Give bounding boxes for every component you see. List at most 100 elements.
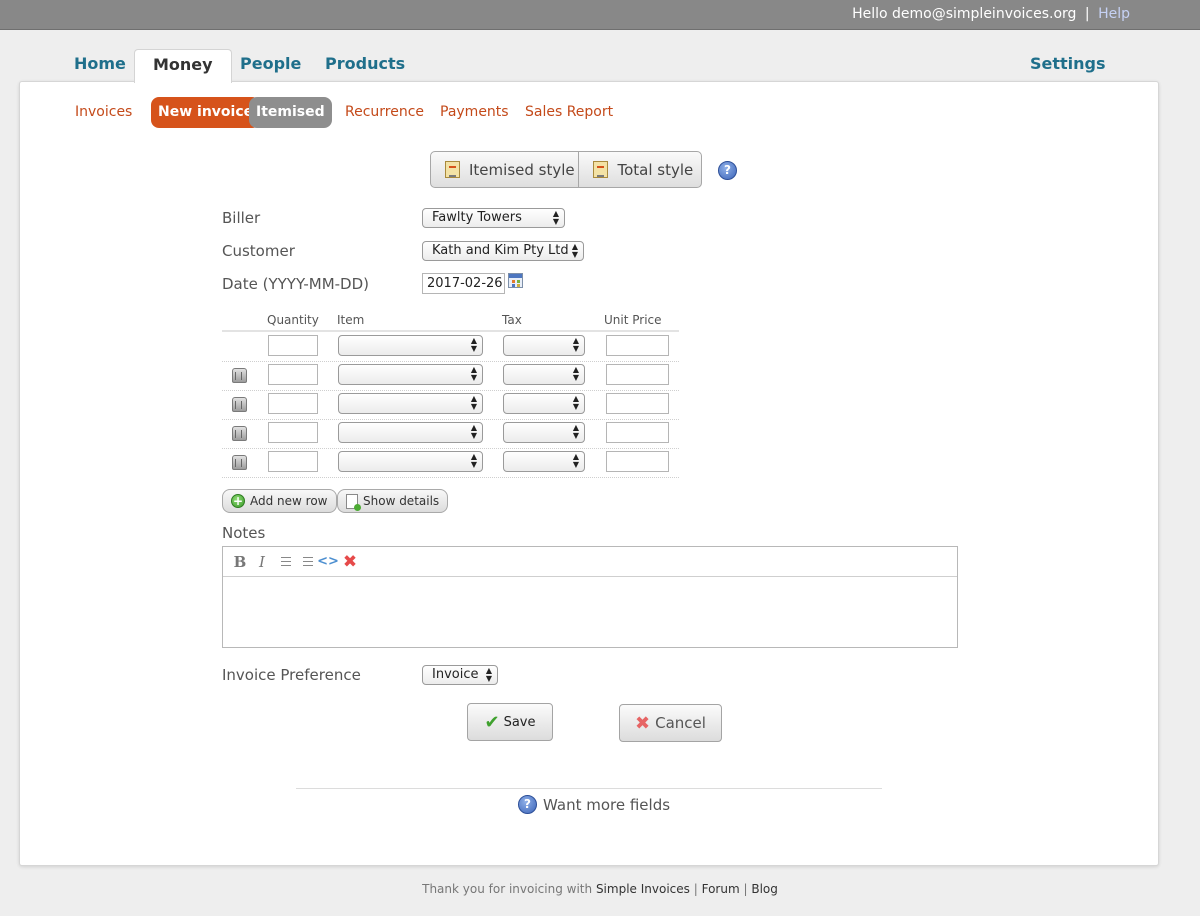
select-arrows-icon: ▲ ▼ <box>470 365 477 382</box>
item-select[interactable]: ▲ ▼ <box>338 422 483 443</box>
show-details-button[interactable]: Show details <box>337 489 449 513</box>
forum-link[interactable]: Forum <box>702 882 740 896</box>
tax-select[interactable]: ▲ ▼ <box>503 335 585 356</box>
checkmark-icon: ✔ <box>484 711 500 733</box>
subtab-recurrence[interactable]: Recurrence <box>345 104 424 120</box>
item-select[interactable]: ▲ ▼ <box>338 335 483 356</box>
biller-select[interactable]: Fawlty Towers ▲ ▼ <box>422 208 565 228</box>
cancel-button[interactable]: ✖ Cancel <box>619 704 722 742</box>
simple-invoices-link[interactable]: Simple Invoices <box>596 882 690 896</box>
item-select[interactable]: ▲ ▼ <box>338 393 483 414</box>
unit-price-input[interactable] <box>606 335 669 356</box>
customer-label: Customer <box>222 242 295 260</box>
select-arrows-icon: ▲ ▼ <box>470 336 477 353</box>
add-new-row-button[interactable]: + Add new row <box>222 489 337 513</box>
notes-editor[interactable]: B I <> ✖ <box>222 546 958 648</box>
select-arrows-icon: ▲ ▼ <box>572 423 579 440</box>
subtab-payments[interactable]: Payments <box>440 104 509 120</box>
quantity-input[interactable] <box>268 335 318 356</box>
footer-separator: | <box>743 882 748 896</box>
more-fields-help-icon[interactable]: ? <box>518 795 537 814</box>
blog-link[interactable]: Blog <box>751 882 778 896</box>
date-input[interactable]: 2017-02-26 <box>422 273 505 294</box>
bold-button[interactable]: B <box>229 551 251 573</box>
notes-toolbar: B I <> ✖ <box>223 547 957 577</box>
select-arrows-icon: ▲ ▼ <box>552 209 559 226</box>
quantity-input[interactable] <box>268 422 318 443</box>
select-arrows-icon: ▲ ▼ <box>572 336 579 353</box>
itemised-style-button[interactable]: Itemised style <box>431 152 580 187</box>
quantity-input[interactable] <box>268 364 318 385</box>
select-arrows-icon: ▲ ▼ <box>571 242 578 259</box>
select-arrows-icon: ▲ ▼ <box>572 365 579 382</box>
unit-price-input[interactable] <box>606 451 669 472</box>
unit-price-input[interactable] <box>606 393 669 414</box>
tab-settings[interactable]: Settings <box>1030 54 1106 73</box>
subtab-sales-report[interactable]: Sales Report <box>525 104 613 120</box>
calendar-icon[interactable] <box>508 273 523 288</box>
subtab-itemised[interactable]: Itemised <box>249 97 332 128</box>
delete-row-icon[interactable] <box>232 397 247 412</box>
customer-select[interactable]: Kath and Kim Pty Ltd ▲ ▼ <box>422 241 584 261</box>
tab-people[interactable]: People <box>240 54 301 73</box>
select-arrows-icon: ▲ ▼ <box>470 423 477 440</box>
want-more-fields-link[interactable]: Want more fields <box>543 796 670 814</box>
page-add-icon <box>346 493 361 511</box>
footer-text: Thank you for invoicing with <box>422 882 593 896</box>
item-row: ▲ ▼ ▲ ▼ <box>222 448 679 478</box>
invoice-preference-label: Invoice Preference <box>222 666 361 684</box>
add-new-row-label: Add new row <box>250 494 328 508</box>
select-arrows-icon: ▲ ▼ <box>572 452 579 469</box>
biller-value: Fawlty Towers <box>432 210 522 225</box>
quantity-column-header: Quantity <box>267 313 319 327</box>
clear-formatting-button[interactable]: ✖ <box>339 551 361 573</box>
delete-row-icon[interactable] <box>232 455 247 470</box>
save-button[interactable]: ✔ Save <box>467 703 553 741</box>
itemised-document-icon <box>445 161 460 178</box>
tab-money[interactable]: Money <box>134 49 232 83</box>
delete-row-icon[interactable] <box>232 426 247 441</box>
tax-column-header: Tax <box>502 313 522 327</box>
invoice-preference-value: Invoice <box>432 667 479 682</box>
italic-button[interactable]: I <box>251 551 273 573</box>
subtab-new-invoice[interactable]: New invoice <box>151 97 261 128</box>
date-label: Date (YYYY-MM-DD) <box>222 275 370 293</box>
item-select[interactable]: ▲ ▼ <box>338 364 483 385</box>
customer-value: Kath and Kim Pty Ltd <box>432 243 569 258</box>
ordered-list-button[interactable] <box>273 551 295 573</box>
footer: Thank you for invoicing with Simple Invo… <box>0 882 1200 896</box>
total-style-label: Total style <box>617 160 694 179</box>
delete-row-icon[interactable] <box>232 368 247 383</box>
notes-label: Notes <box>222 524 266 542</box>
tax-select[interactable]: ▲ ▼ <box>503 393 585 414</box>
total-style-button[interactable]: Total style <box>579 152 701 187</box>
tax-select[interactable]: ▲ ▼ <box>503 364 585 385</box>
select-arrows-icon: ▲ ▼ <box>572 394 579 411</box>
cancel-x-icon: ✖ <box>635 712 651 734</box>
select-arrows-icon: ▲ ▼ <box>470 452 477 469</box>
item-select[interactable]: ▲ ▼ <box>338 451 483 472</box>
add-icon: + <box>231 494 245 508</box>
code-button[interactable]: <> <box>317 551 339 573</box>
style-help-icon[interactable]: ? <box>718 161 737 180</box>
tab-home[interactable]: Home <box>74 54 126 73</box>
cancel-label: Cancel <box>655 714 706 732</box>
item-row: ▲ ▼ ▲ ▼ <box>222 390 679 420</box>
total-document-icon <box>593 161 609 178</box>
tax-select[interactable]: ▲ ▼ <box>503 451 585 472</box>
unordered-list-button[interactable] <box>295 551 317 573</box>
invoice-preference-select[interactable]: Invoice ▲ ▼ <box>422 665 498 685</box>
tab-products[interactable]: Products <box>325 54 405 73</box>
help-link[interactable]: Help <box>1098 6 1130 22</box>
unit-price-input[interactable] <box>606 422 669 443</box>
unit-price-column-header: Unit Price <box>604 313 662 327</box>
tax-select[interactable]: ▲ ▼ <box>503 422 585 443</box>
quantity-input[interactable] <box>268 393 318 414</box>
item-row: ▲ ▼ ▲ ▼ <box>222 361 679 391</box>
item-column-header: Item <box>337 313 365 327</box>
unit-price-input[interactable] <box>606 364 669 385</box>
unordered-list-icon <box>299 556 313 568</box>
quantity-input[interactable] <box>268 451 318 472</box>
show-details-label: Show details <box>363 494 440 508</box>
subtab-invoices[interactable]: Invoices <box>75 104 132 120</box>
